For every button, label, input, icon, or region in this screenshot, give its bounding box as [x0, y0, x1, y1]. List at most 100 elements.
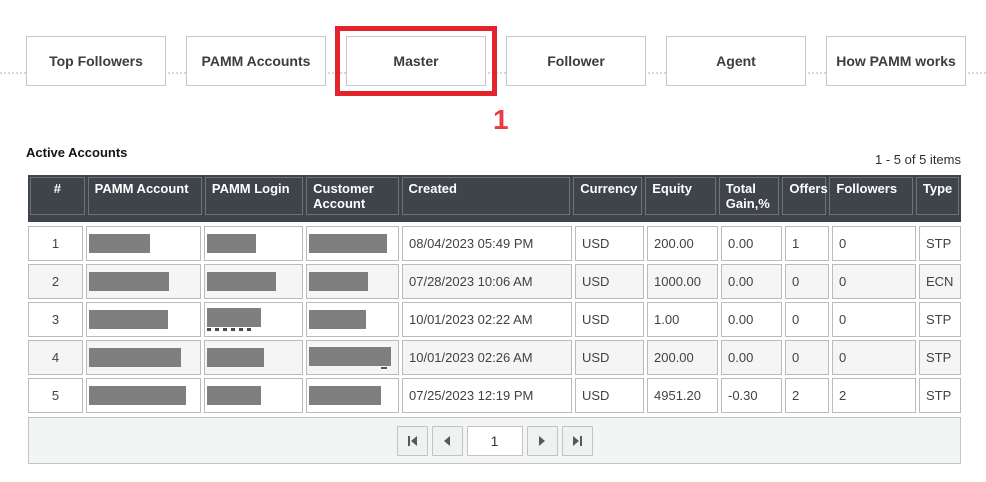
- tab-follower[interactable]: Follower: [506, 36, 646, 86]
- equity-cell: 1000.00: [647, 264, 718, 299]
- column-header-currency[interactable]: Currency: [573, 177, 642, 215]
- pamm-login-cell: [204, 226, 303, 261]
- first-page-icon: [408, 436, 410, 446]
- tab-bar: Top Followers PAMM Accounts Master Follo…: [26, 36, 966, 86]
- equity-cell: 1.00: [647, 302, 718, 337]
- pager: [28, 417, 961, 464]
- offers-cell: 0: [785, 264, 829, 299]
- column-header-equity[interactable]: Equity: [645, 177, 716, 215]
- pamm-account-cell: [86, 340, 201, 375]
- pamm-accounts-page: Top Followers PAMM Accounts Master Follo…: [0, 0, 986, 482]
- redacted-customer-account: [309, 310, 366, 329]
- redacted-pamm-login: [207, 234, 256, 253]
- followers-cell: 0: [832, 264, 916, 299]
- next-page-button[interactable]: [527, 426, 558, 456]
- last-page-button[interactable]: [562, 426, 593, 456]
- column-header-created[interactable]: Created: [402, 177, 571, 215]
- equity-cell: 4951.20: [647, 378, 718, 413]
- redacted-pamm-account: [89, 386, 186, 405]
- total-gain-cell: 0.00: [721, 226, 782, 261]
- previous-page-button[interactable]: [432, 426, 463, 456]
- tab-pamm-accounts[interactable]: PAMM Accounts: [186, 36, 326, 86]
- created-cell: 07/28/2023 10:06 AM: [402, 264, 572, 299]
- active-accounts-grid: # PAMM Account PAMM Login Customer Accou…: [28, 175, 961, 464]
- tab-how-pamm-works[interactable]: How PAMM works: [826, 36, 966, 86]
- followers-cell: 0: [832, 226, 916, 261]
- tab-top-followers[interactable]: Top Followers: [26, 36, 166, 86]
- row-number-cell: 3: [28, 302, 83, 337]
- redacted-pamm-account: [89, 234, 150, 253]
- currency-cell: USD: [575, 302, 644, 337]
- tab-master[interactable]: Master: [346, 36, 486, 86]
- customer-account-cell: [306, 226, 399, 261]
- total-gain-cell: -0.30: [721, 378, 782, 413]
- table-row: 2 07/28/2023 10:06 AM USD 1000.00 0.00 0…: [28, 264, 961, 299]
- pamm-account-cell: [86, 264, 201, 299]
- pamm-login-cell: [204, 378, 303, 413]
- pamm-login-cell: [204, 302, 303, 337]
- customer-account-cell: [306, 264, 399, 299]
- page-number-input[interactable]: [467, 426, 523, 456]
- created-cell: 08/04/2023 05:49 PM: [402, 226, 572, 261]
- page-title: Active Accounts: [26, 145, 127, 160]
- row-number-cell: 4: [28, 340, 83, 375]
- tab-agent[interactable]: Agent: [666, 36, 806, 86]
- redacted-pamm-account: [89, 310, 168, 329]
- customer-account-cell: [306, 340, 399, 375]
- annotation-step-number: 1: [493, 104, 509, 136]
- equity-cell: 200.00: [647, 340, 718, 375]
- type-cell: STP: [919, 378, 961, 413]
- offers-cell: 0: [785, 302, 829, 337]
- row-number-cell: 5: [28, 378, 83, 413]
- redacted-pamm-login: [207, 348, 264, 367]
- column-header-offers[interactable]: Offers: [782, 177, 826, 215]
- total-gain-cell: 0.00: [721, 340, 782, 375]
- grid-header-row: # PAMM Account PAMM Login Customer Accou…: [28, 175, 961, 222]
- column-header-type[interactable]: Type: [916, 177, 959, 215]
- table-row: 3 10/01/2023 02:22 AM USD 1.00 0.00 0 0 …: [28, 302, 961, 337]
- redacted-pamm-login: [207, 308, 261, 327]
- type-cell: STP: [919, 302, 961, 337]
- prev-page-icon: [444, 436, 450, 446]
- customer-account-cell: [306, 378, 399, 413]
- type-cell: STP: [919, 340, 961, 375]
- table-row: 5 07/25/2023 12:19 PM USD 4951.20 -0.30 …: [28, 378, 961, 413]
- pamm-account-cell: [86, 226, 201, 261]
- customer-account-cell: [306, 302, 399, 337]
- total-gain-cell: 0.00: [721, 264, 782, 299]
- redacted-customer-account: [309, 347, 391, 366]
- pamm-account-cell: [86, 378, 201, 413]
- offers-cell: 1: [785, 226, 829, 261]
- table-row: 1 08/04/2023 05:49 PM USD 200.00 0.00 1 …: [28, 226, 961, 261]
- table-row: 4 10/01/2023 02:26 AM USD 200.00 0.00 0 …: [28, 340, 961, 375]
- next-page-icon: [539, 436, 545, 446]
- row-number-cell: 1: [28, 226, 83, 261]
- column-header-pamm-account[interactable]: PAMM Account: [88, 177, 202, 215]
- redacted-pamm-account: [89, 348, 181, 367]
- redacted-pamm-account: [89, 272, 169, 291]
- total-gain-cell: 0.00: [721, 302, 782, 337]
- partially-redacted-text: [207, 328, 255, 331]
- row-number-cell: 2: [28, 264, 83, 299]
- column-header-pamm-login[interactable]: PAMM Login: [205, 177, 303, 215]
- created-cell: 10/01/2023 02:26 AM: [402, 340, 572, 375]
- pamm-login-cell: [204, 340, 303, 375]
- followers-cell: 0: [832, 302, 916, 337]
- first-page-button[interactable]: [397, 426, 428, 456]
- pamm-login-cell: [204, 264, 303, 299]
- followers-cell: 2: [832, 378, 916, 413]
- column-header-total-gain[interactable]: Total Gain,%: [719, 177, 780, 215]
- created-cell: 07/25/2023 12:19 PM: [402, 378, 572, 413]
- pamm-account-cell: [86, 302, 201, 337]
- partially-redacted-text: [381, 367, 387, 369]
- type-cell: ECN: [919, 264, 961, 299]
- column-header-followers[interactable]: Followers: [829, 177, 912, 215]
- type-cell: STP: [919, 226, 961, 261]
- offers-cell: 0: [785, 340, 829, 375]
- currency-cell: USD: [575, 264, 644, 299]
- column-header-customer-account[interactable]: Customer Account: [306, 177, 398, 215]
- equity-cell: 200.00: [647, 226, 718, 261]
- redacted-customer-account: [309, 386, 381, 405]
- column-header-number[interactable]: #: [30, 177, 85, 215]
- redacted-customer-account: [309, 234, 387, 253]
